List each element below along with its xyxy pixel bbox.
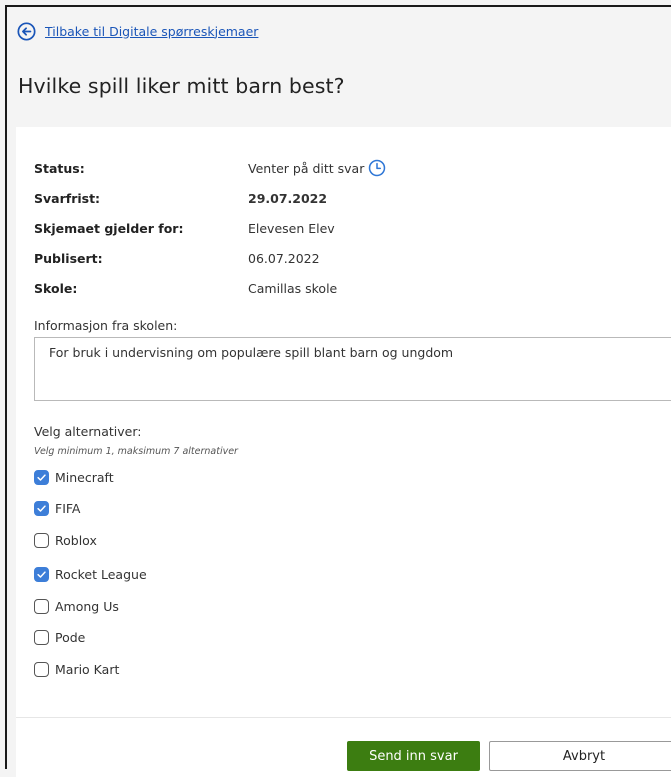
meta-school: Skole: Camillas skole xyxy=(34,278,634,298)
option-label[interactable]: Minecraft xyxy=(55,470,114,485)
option-rocket-league[interactable]: Rocket League xyxy=(34,564,147,584)
checkbox[interactable] xyxy=(34,598,49,614)
meta-deadline: Svarfrist: 29.07.2022 xyxy=(34,188,634,208)
clock-icon xyxy=(369,159,386,177)
status-value: Venter på ditt svar xyxy=(248,160,365,176)
page-title: Hvilke spill liker mitt barn best? xyxy=(18,74,345,98)
option-label[interactable]: FIFA xyxy=(55,501,80,516)
option-minecraft[interactable]: Minecraft xyxy=(34,467,114,487)
meta-label: Svarfrist: xyxy=(34,190,101,206)
checkbox[interactable] xyxy=(34,661,49,677)
meta-applies-to: Skjemaet gjelder for: Elevesen Elev xyxy=(34,218,634,238)
option-label[interactable]: Mario Kart xyxy=(55,662,119,677)
meta-status: Status: Venter på ditt svar xyxy=(34,158,634,178)
checkbox[interactable] xyxy=(34,532,49,548)
checkmark-icon xyxy=(37,504,46,512)
cancel-button[interactable]: Avbryt xyxy=(489,741,671,771)
meta-published: Publisert: 06.07.2022 xyxy=(34,248,634,268)
choices-hint: Velg minimum 1, maksimum 7 alternativer xyxy=(34,446,238,457)
option-label[interactable]: Pode xyxy=(55,630,85,645)
info-label: Informasjon fra skolen: xyxy=(34,318,178,333)
choices-label: Velg alternativer: xyxy=(34,424,142,439)
meta-label: Skjemaet gjelder for: xyxy=(34,220,184,236)
meta-label: Publisert: xyxy=(34,250,103,266)
option-fifa[interactable]: FIFA xyxy=(34,498,80,518)
school-value: Camillas skole xyxy=(248,280,338,296)
submit-button[interactable]: Send inn svar xyxy=(347,741,480,771)
checkmark-icon xyxy=(37,473,46,481)
divider xyxy=(16,717,671,718)
option-label[interactable]: Roblox xyxy=(55,533,97,548)
meta-label: Status: xyxy=(34,160,85,176)
option-roblox[interactable]: Roblox xyxy=(34,530,97,550)
arrow-left-circle-icon xyxy=(17,21,36,41)
checkbox[interactable] xyxy=(34,500,49,516)
option-label[interactable]: Among Us xyxy=(55,599,119,614)
option-among-us[interactable]: Among Us xyxy=(34,596,119,616)
option-pode[interactable]: Pode xyxy=(34,627,85,647)
info-textbox: For bruk i undervisning om populære spil… xyxy=(34,337,671,401)
back-link-label[interactable]: Tilbake til Digitale spørreskjemaer xyxy=(45,24,258,39)
deadline-value: 29.07.2022 xyxy=(248,190,328,206)
option-mario-kart[interactable]: Mario Kart xyxy=(34,659,119,679)
checkmark-icon xyxy=(37,570,46,578)
checkbox[interactable] xyxy=(34,629,49,645)
checkbox[interactable] xyxy=(34,566,49,582)
published-value: 06.07.2022 xyxy=(248,250,320,266)
back-link[interactable]: Tilbake til Digitale spørreskjemaer xyxy=(17,20,258,42)
option-label[interactable]: Rocket League xyxy=(55,567,147,582)
checkbox[interactable] xyxy=(34,469,49,485)
meta-label: Skole: xyxy=(34,280,78,296)
info-text: For bruk i undervisning om populære spil… xyxy=(49,345,454,360)
applies-to-value: Elevesen Elev xyxy=(248,220,335,236)
